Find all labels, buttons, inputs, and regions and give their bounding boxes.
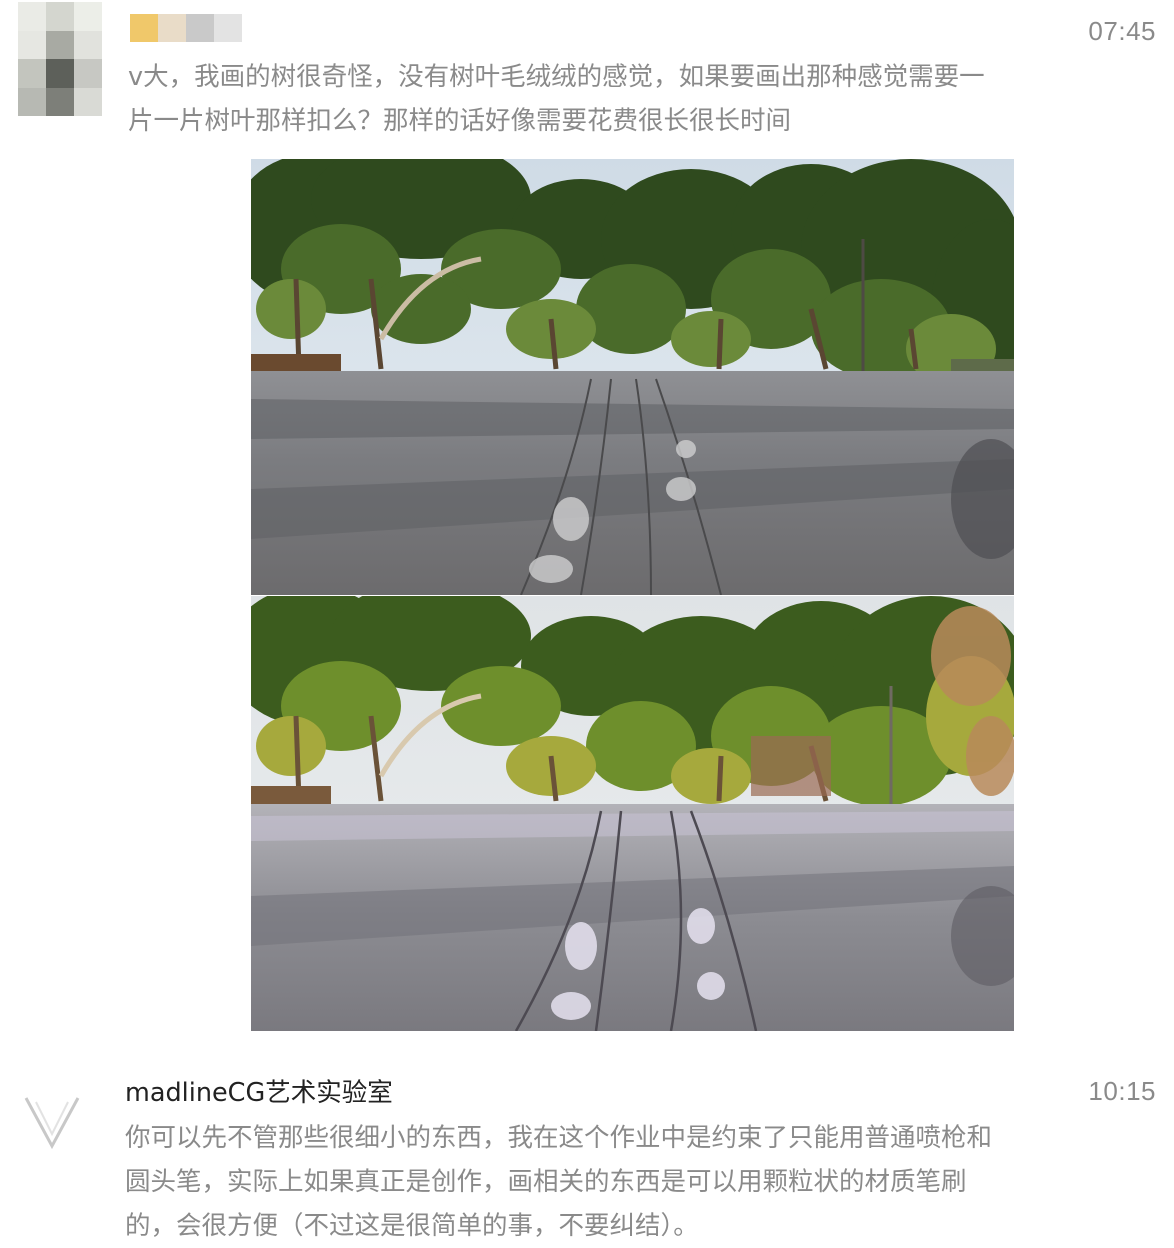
avatar-pixel [46,59,74,88]
avatar-pixel [18,30,46,59]
avatar-pixel [46,30,74,59]
avatar-pixel [18,87,46,116]
comment-timestamp: 10:15 [1088,1076,1156,1106]
attached-painting[interactable] [251,596,1014,1031]
avatar-pixel [74,30,102,59]
name-mask-block [214,14,242,42]
comment-item-2: madlineCG艺术实验室 10:15 你可以先不管那些很细小的东西，我在这个… [0,1040,1174,1241]
user-avatar[interactable] [18,2,102,116]
name-mask-block [130,14,158,42]
painting-park-road-image [251,596,1014,1031]
avatar-pixel [46,87,74,116]
comment-line: 你可以先不管那些很细小的东西，我在这个作业中是约束了只能用普通喷枪和 [125,1123,993,1153]
username-redacted[interactable] [130,14,242,42]
avatar-pixel [74,87,102,116]
comment-line: 的，会很方便（不过这是很简单的事，不要纠结）。 [125,1211,699,1241]
comment-item-1: 07:45 v大，我画的树很奇怪，没有树叶毛绒绒的感觉，如果要画出那种感觉需要一… [0,0,1174,1040]
name-mask-block [186,14,214,42]
comment-username[interactable]: madlineCG艺术实验室 [125,1072,393,1109]
avatar-pixel [46,2,74,31]
attached-photo[interactable] [251,159,1014,595]
photo-park-road-image [251,159,1014,595]
name-mask-block [158,14,186,42]
comment-line: 片一片树叶那样扣么？那样的话好像需要花费很长很长时间 [128,106,792,136]
comment-line: 圆头笔，实际上如果真正是创作，画相关的东西是可以用颗粒状的材质笔刷 [125,1167,967,1197]
avatar-pixel [74,2,102,31]
comment-body: v大，我画的树很奇怪，没有树叶毛绒绒的感觉，如果要画出那种感觉需要一 片一片树叶… [128,55,985,143]
comment-body: 你可以先不管那些很细小的东西，我在这个作业中是约束了只能用普通喷枪和 圆头笔，实… [125,1116,992,1248]
avatar-pixel [18,2,46,31]
avatar-pixel [18,59,46,88]
avatar-pixel [74,59,102,88]
comment-timestamp: 07:45 [1088,16,1156,46]
comment-line: v大，我画的树很奇怪，没有树叶毛绒绒的感觉，如果要画出那种感觉需要一 [128,62,985,92]
v-logo-avatar-icon[interactable] [22,1092,82,1152]
